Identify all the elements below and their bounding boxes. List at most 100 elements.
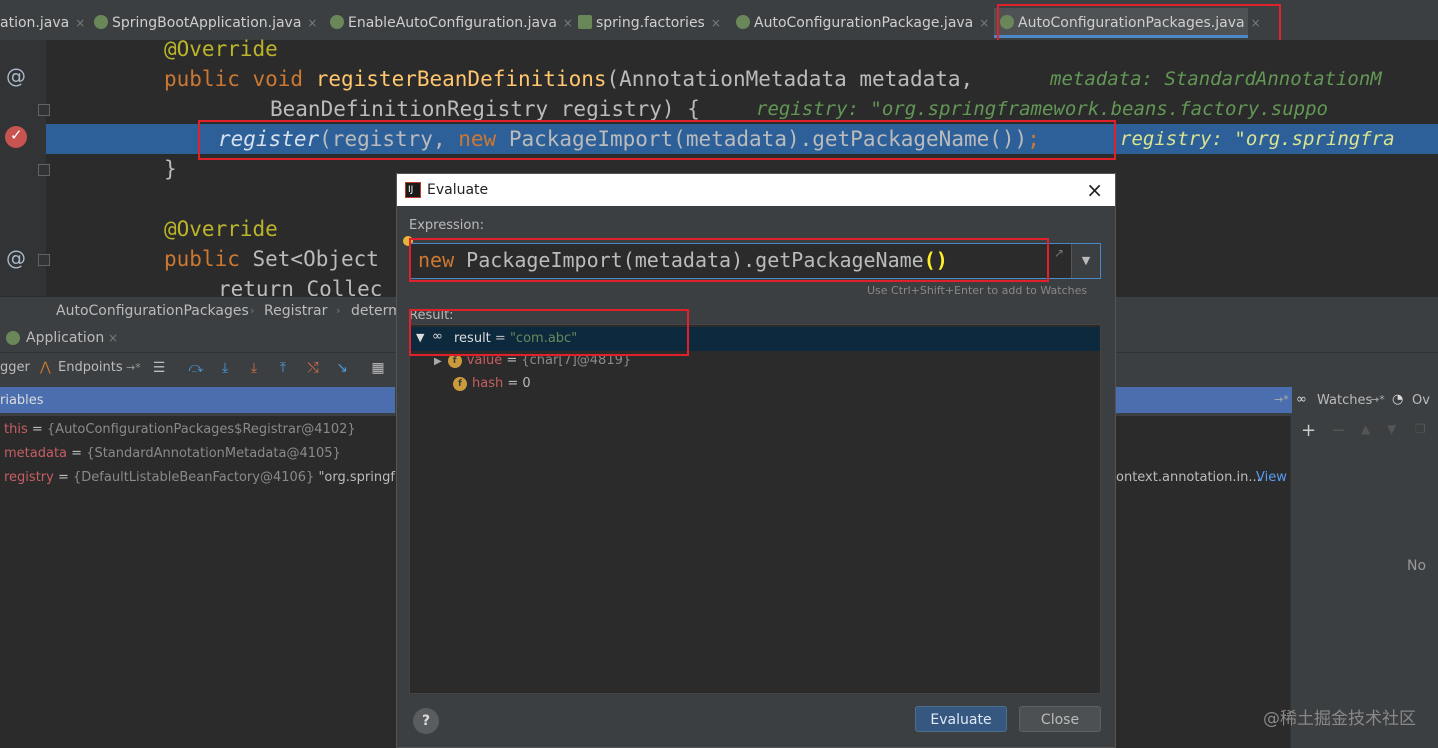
field-name: hash: [472, 376, 504, 391]
breadcrumb-separator-icon: ›: [336, 304, 341, 317]
endpoints-icon: ⋀: [40, 360, 51, 375]
watermark: @稀土掘金技术社区: [1263, 709, 1416, 729]
annotation-box-current-line: [198, 120, 1116, 160]
variables-header-bar: [1116, 387, 1292, 413]
fold-icon[interactable]: [38, 254, 50, 266]
step-into-icon[interactable]: ⤓: [217, 360, 233, 376]
code-line: @Override: [164, 217, 278, 241]
spring-run-icon: [6, 331, 20, 345]
tab-application-java[interactable]: ation.java ×: [0, 8, 91, 38]
code-text: Set<Object: [239, 247, 379, 271]
close-button[interactable]: Close: [1019, 706, 1101, 732]
code-keyword: public: [164, 247, 240, 271]
annotation-box-active-tab: [997, 4, 1281, 45]
variable-value: {AutoConfigurationPackages$Registrar@410…: [46, 422, 356, 437]
result-child-row[interactable]: f hash = 0: [453, 376, 531, 391]
run-to-cursor-icon[interactable]: ↘: [334, 360, 350, 376]
tab-label: AutoConfigurationPackage.java: [754, 15, 974, 31]
annotation-box-result: [409, 309, 689, 356]
help-button[interactable]: ?: [413, 708, 439, 734]
variable-string-value: "org.springfra: [318, 470, 409, 485]
pin-icon: →*: [126, 361, 141, 374]
breakpoint-icon[interactable]: [5, 126, 27, 148]
run-config-tab[interactable]: Application: [26, 324, 104, 352]
variable-row[interactable]: metadata = {StandardAnnotationMetadata@4…: [4, 446, 341, 461]
close-icon[interactable]: ×: [307, 16, 317, 30]
variables-label: riables: [0, 393, 44, 408]
variable-value: {DefaultListableBeanFactory@4106}: [73, 470, 315, 485]
variable-row[interactable]: registry = {DefaultListableBeanFactory@4…: [4, 470, 408, 485]
menu-icon[interactable]: ☰: [151, 360, 167, 376]
duplicate-watch-icon[interactable]: ❐: [1415, 422, 1426, 436]
dialog-titlebar: Evaluate ×: [397, 174, 1115, 206]
inline-debug-hint: registry: "org.springfra: [1120, 128, 1395, 150]
move-down-icon[interactable]: ▼: [1387, 422, 1396, 436]
expand-icon[interactable]: ↗: [1054, 246, 1064, 260]
overhead-icon: ◔: [1392, 392, 1404, 407]
evaluate-expression-icon[interactable]: ▦: [370, 360, 386, 376]
variable-name: this: [4, 422, 28, 437]
add-watch-icon[interactable]: +: [1301, 420, 1316, 441]
force-step-into-icon[interactable]: ⤓: [246, 360, 262, 376]
close-icon[interactable]: ×: [711, 16, 721, 30]
step-over-icon[interactable]: ⤼: [188, 360, 204, 376]
endpoints-tab[interactable]: Endpoints: [58, 353, 123, 383]
field-icon: f: [447, 354, 462, 368]
watches-panel[interactable]: + − ▲ ▼ ❐ No: [1290, 416, 1438, 748]
annotation-box-expression: [409, 238, 1049, 282]
watches-tab[interactable]: Watches: [1317, 393, 1372, 408]
override-marker-icon[interactable]: @: [6, 246, 26, 270]
drop-frame-icon[interactable]: ⤭: [305, 360, 321, 376]
tab-label: EnableAutoConfiguration.java: [348, 15, 557, 31]
tab-enableautoconfiguration[interactable]: EnableAutoConfiguration.java ×: [324, 8, 579, 38]
collapsed-arrow-icon[interactable]: ▶: [434, 356, 442, 367]
close-icon[interactable]: ×: [1086, 174, 1103, 206]
pin-icon: →*: [1274, 393, 1289, 406]
spring-class-icon: [736, 15, 750, 29]
code-line: public Set<Object: [164, 244, 379, 274]
result-tree[interactable]: ▼ ∞ result = "com.abc" ▶ f value = {char[7…: [409, 324, 1101, 694]
move-up-icon[interactable]: ▲: [1361, 422, 1370, 436]
step-out-icon[interactable]: ⤒: [275, 360, 291, 376]
view-link[interactable]: View: [1256, 470, 1287, 485]
tab-label: ation.java: [0, 15, 70, 31]
expression-label: Expression:: [409, 218, 484, 233]
dialog-title: Evaluate: [427, 182, 489, 198]
tab-autoconfigurationpackage[interactable]: AutoConfigurationPackage.java ×: [730, 8, 995, 38]
field-icon: f: [453, 377, 467, 391]
close-icon[interactable]: ×: [75, 16, 85, 30]
watches-shortcut-hint: Use Ctrl+Shift+Enter to add to Watches: [867, 284, 1088, 297]
evaluate-button[interactable]: Evaluate: [915, 706, 1007, 732]
spring-factories-icon: [578, 15, 592, 29]
code-keyword: public void: [164, 67, 316, 91]
history-dropdown-icon[interactable]: ▼: [1071, 244, 1100, 278]
spring-class-icon: [330, 15, 344, 29]
close-icon[interactable]: ×: [979, 16, 989, 30]
variables-header-bar: [0, 387, 395, 413]
fold-icon[interactable]: [38, 104, 50, 116]
overhead-tab[interactable]: Ov: [1412, 393, 1430, 408]
code-line: return Collec: [218, 277, 383, 296]
code-method-name: registerBeanDefinitions: [315, 67, 607, 91]
breadcrumb-item[interactable]: AutoConfigurationPackages: [56, 297, 249, 325]
pin-icon: →*: [1370, 393, 1385, 406]
empty-watches-text: No: [1407, 558, 1427, 574]
code-line: @Override: [164, 37, 278, 61]
variable-row[interactable]: this = {AutoConfigurationPackages$Regist…: [4, 422, 356, 437]
override-marker-icon[interactable]: @: [6, 64, 26, 88]
breadcrumb-item[interactable]: Registrar: [264, 297, 327, 325]
variable-name: registry: [4, 470, 54, 485]
tab-spring-factories[interactable]: spring.factories ×: [572, 8, 727, 38]
variable-string-tail: ontext.annotation.in...: [1116, 470, 1261, 485]
breadcrumb-item[interactable]: determ: [351, 297, 402, 325]
variable-name: metadata: [4, 446, 68, 461]
remove-watch-icon[interactable]: −: [1331, 420, 1346, 441]
close-icon[interactable]: ×: [108, 324, 118, 352]
watches-icon: ∞: [1296, 392, 1307, 407]
fold-icon[interactable]: [38, 164, 50, 176]
variable-value: {StandardAnnotationMetadata@4105}: [86, 446, 341, 461]
tab-label: spring.factories: [596, 15, 705, 31]
debugger-tab[interactable]: gger: [0, 353, 30, 383]
breadcrumb-separator-icon: ›: [250, 304, 255, 317]
code-line: }: [164, 157, 177, 181]
